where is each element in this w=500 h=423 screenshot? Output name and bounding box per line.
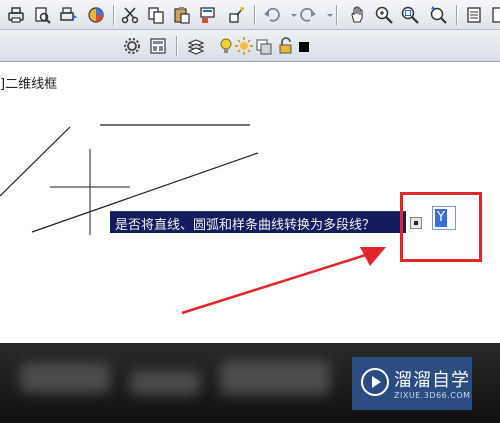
standard-toolbar <box>0 0 500 30</box>
play-icon <box>361 368 389 396</box>
redo-icon[interactable] <box>298 5 318 25</box>
design-center-icon[interactable] <box>488 5 500 25</box>
copy-icon[interactable] <box>146 5 166 25</box>
watermark-logo: 溜溜自学 ZIXUE.3D66.COM <box>352 357 472 410</box>
printer-icon[interactable] <box>6 5 26 25</box>
annotation-arrow-shaft <box>181 251 373 315</box>
print-preview-icon[interactable] <box>32 5 52 25</box>
toolbar-separator <box>336 5 337 25</box>
zoom-realtime-icon[interactable] <box>374 5 394 25</box>
lock-icon[interactable] <box>276 36 296 56</box>
bulb-icon[interactable] <box>216 36 236 56</box>
workspace-layer-toolbar: 经典 ⌄ 0 <box>0 30 500 86</box>
layer-properties-icon[interactable] <box>186 36 206 56</box>
properties-icon[interactable] <box>464 5 484 25</box>
workspace-settings-icon[interactable] <box>148 36 168 56</box>
prompt-text: 是否将直线、圆弧和样条曲线转换为多段线？ <box>115 218 376 233</box>
publish-icon[interactable] <box>58 5 78 25</box>
redo-dropdown-icon[interactable] <box>320 5 333 25</box>
toolbar-separator <box>176 36 177 56</box>
layer-state-icon[interactable] <box>254 36 274 56</box>
paste-icon[interactable] <box>172 5 192 25</box>
gear-icon[interactable] <box>122 36 142 56</box>
watermark-subtitle: ZIXUE.3D66.COM <box>394 391 471 400</box>
undo-icon[interactable] <box>262 5 282 25</box>
undo-dropdown-icon[interactable] <box>284 5 297 25</box>
pan-icon[interactable] <box>348 5 368 25</box>
toolbar-separator <box>254 5 255 25</box>
watermark-title: 溜溜自学 <box>394 370 470 391</box>
color-swatch-icon[interactable] <box>294 36 309 56</box>
zoom-window-icon[interactable] <box>400 5 420 25</box>
block-editor-icon[interactable] <box>226 5 246 25</box>
toolbar-separator <box>113 5 114 25</box>
3d-dwf-icon[interactable] <box>86 5 106 25</box>
toolbar-separator <box>456 5 457 25</box>
annotation-highlight-box <box>400 192 482 262</box>
match-properties-icon[interactable] <box>198 5 218 25</box>
cut-icon[interactable] <box>120 5 140 25</box>
zoom-previous-icon[interactable] <box>428 5 448 25</box>
sun-icon[interactable] <box>234 36 254 56</box>
drawn-line[interactable] <box>0 126 71 197</box>
dynamic-input-prompt: 是否将直线、圆弧和样条曲线转换为多段线？ <box>110 211 422 233</box>
